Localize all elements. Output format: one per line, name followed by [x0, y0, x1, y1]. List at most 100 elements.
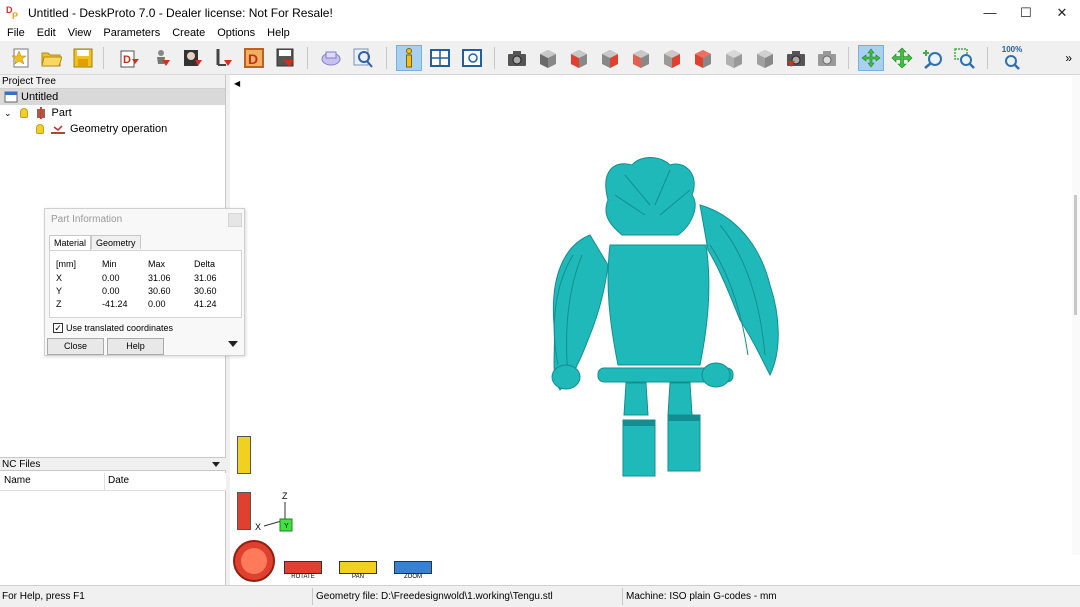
views-icon[interactable]: [427, 45, 453, 71]
dialog-title-bar[interactable]: Part Information: [45, 209, 244, 230]
toolbar-overflow-button[interactable]: »: [1065, 51, 1072, 65]
toolbar-separator: [494, 47, 495, 69]
part-icon: [36, 107, 45, 119]
cube-default-icon[interactable]: [535, 45, 561, 71]
rotate-wheel[interactable]: [233, 540, 275, 582]
tree-item-geometry-operation[interactable]: Geometry operation: [0, 121, 225, 137]
status-divider: [622, 588, 623, 605]
header-min: Min: [102, 259, 117, 269]
checkbox-label: Use translated coordinates: [66, 323, 174, 333]
cube-bottom-icon[interactable]: [721, 45, 747, 71]
tab-geometry[interactable]: Geometry: [91, 235, 141, 249]
zoom-in-icon[interactable]: [920, 45, 946, 71]
open-icon[interactable]: [38, 45, 64, 71]
column-divider[interactable]: [104, 473, 105, 491]
new-project-icon[interactable]: [8, 45, 34, 71]
menu-help[interactable]: Help: [261, 27, 296, 39]
tree-item-part[interactable]: ⌄ Part: [0, 105, 225, 121]
app-logo: D P: [6, 5, 22, 21]
toolbar-separator: [103, 47, 104, 69]
pan-thumbwheel[interactable]: [339, 561, 377, 574]
logo-letter-p: P: [12, 10, 19, 21]
expand-dialog-icon[interactable]: [228, 341, 238, 347]
axis-cell: Z: [56, 299, 62, 309]
toolbar-separator: [386, 47, 387, 69]
menu-options[interactable]: Options: [211, 27, 261, 39]
import-geometry-icon[interactable]: [148, 45, 174, 71]
dxf-icon[interactable]: D: [241, 45, 267, 71]
menu-edit[interactable]: Edit: [31, 27, 62, 39]
close-button[interactable]: Close: [47, 338, 104, 355]
menu-create[interactable]: Create: [166, 27, 211, 39]
window-title: Untitled - DeskProto 7.0 - Dealer licens…: [28, 5, 333, 20]
import-bitmap-icon[interactable]: [179, 45, 205, 71]
axis-cell: X: [56, 273, 63, 283]
menu-parameters[interactable]: Parameters: [97, 27, 166, 39]
save-view-icon[interactable]: [272, 45, 298, 71]
visibility-bulb-icon[interactable]: [19, 108, 28, 118]
header-unit: [mm]: [56, 259, 76, 269]
axis-cell: Y: [56, 286, 63, 296]
status-bar: For Help, press F1 Geometry file: D:\Fre…: [0, 585, 1080, 607]
cube-iso-icon[interactable]: [752, 45, 778, 71]
simulation-icon[interactable]: [350, 45, 376, 71]
max-cell: 0.00: [148, 299, 166, 309]
cube-front-icon[interactable]: [566, 45, 592, 71]
cube-left-icon[interactable]: [628, 45, 654, 71]
header-max: Max: [148, 259, 166, 269]
cube-back-icon[interactable]: [597, 45, 623, 71]
table-header-row: [mm] Min Max Delta: [50, 259, 243, 272]
rotate-gauge[interactable]: [237, 492, 251, 530]
import-part-icon[interactable]: D: [116, 45, 142, 71]
zoom-level-label: 100%: [1001, 45, 1023, 54]
zoom-thumbwheel[interactable]: [394, 561, 432, 574]
cube-right-icon[interactable]: [659, 45, 685, 71]
pan-icon[interactable]: [889, 45, 915, 71]
pan-gauge[interactable]: [237, 436, 251, 474]
camera-settings-icon[interactable]: [783, 45, 809, 71]
toolbar-separator: [848, 47, 849, 69]
tree-item-label: Part: [51, 107, 72, 119]
translated-coordinates-checkbox[interactable]: ✓: [53, 323, 63, 333]
nc-files-columns: Name Date: [0, 473, 226, 491]
toolbar-separator: [987, 47, 988, 69]
dropdown-arrow-icon[interactable]: [212, 462, 220, 467]
cube-top-icon[interactable]: [690, 45, 716, 71]
project-tree-header: Project Tree: [0, 75, 225, 89]
column-header-date[interactable]: Date: [108, 475, 129, 486]
column-header-name[interactable]: Name: [4, 475, 31, 486]
close-window-button[interactable]: ✕: [1044, 0, 1080, 25]
tree-item-untitled[interactable]: Untitled: [0, 89, 225, 105]
menu-file[interactable]: File: [1, 27, 31, 39]
axis-label-y: Y: [284, 523, 289, 530]
screens-icon[interactable]: [459, 45, 485, 71]
camera-icon[interactable]: [504, 45, 530, 71]
axis-label-x: X: [255, 522, 261, 532]
minimize-button[interactable]: —: [972, 0, 1008, 25]
rotate-icon[interactable]: [858, 45, 884, 71]
table-row: Z -41.24 0.00 41.24: [50, 299, 243, 312]
zoom-window-icon[interactable]: [951, 45, 977, 71]
visibility-bulb-icon[interactable]: [36, 124, 44, 134]
dialog-close-icon[interactable]: [228, 213, 242, 227]
delta-cell: 31.06: [194, 273, 217, 283]
translated-coordinates-option[interactable]: ✓ Use translated coordinates: [53, 323, 173, 333]
expand-chevron-icon[interactable]: ⌄: [4, 108, 12, 119]
info-icon[interactable]: [396, 45, 422, 71]
camera-reset-icon[interactable]: [814, 45, 840, 71]
geometry-operation-icon: [51, 125, 65, 134]
import-vector-icon[interactable]: [210, 45, 236, 71]
nc-files-header[interactable]: NC Files: [0, 457, 226, 471]
zoom-100-icon[interactable]: 100%: [999, 45, 1025, 71]
toolbar-separator: [307, 47, 308, 69]
rotate-thumbwheel[interactable]: [284, 561, 322, 574]
tools-icon[interactable]: [318, 45, 344, 71]
help-button[interactable]: Help: [107, 338, 164, 355]
maximize-button[interactable]: ☐: [1008, 0, 1044, 25]
tab-material[interactable]: Material: [49, 235, 92, 250]
menu-view[interactable]: View: [62, 27, 98, 39]
save-icon[interactable]: [70, 45, 96, 71]
axis-label-z: Z: [282, 491, 288, 501]
3d-viewport[interactable]: ◀: [230, 75, 1080, 585]
delta-cell: 30.60: [194, 286, 217, 296]
